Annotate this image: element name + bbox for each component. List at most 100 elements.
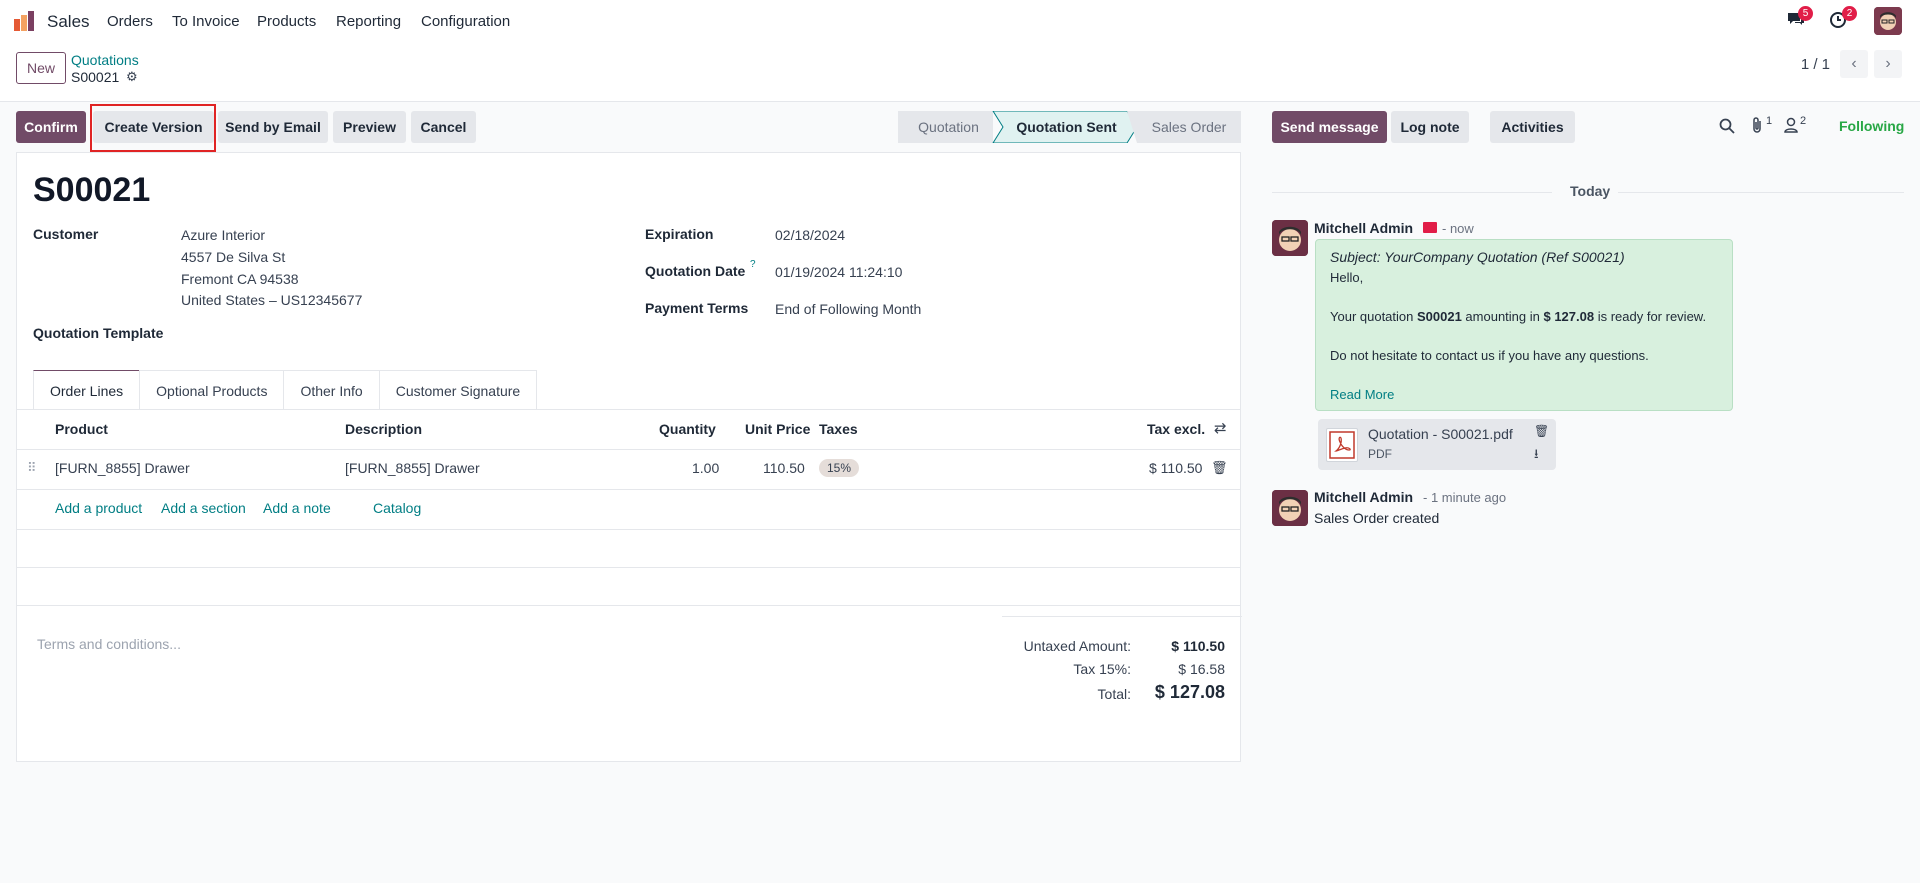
menu-to-invoice[interactable]: To Invoice bbox=[172, 13, 240, 30]
following-toggle[interactable]: Following bbox=[1839, 118, 1904, 134]
sales-app-icon[interactable] bbox=[14, 11, 38, 31]
tab-divider bbox=[17, 409, 1240, 410]
log-note-button[interactable]: Log note bbox=[1391, 111, 1469, 143]
column-unit-price[interactable]: Unit Price bbox=[745, 421, 810, 437]
menu-reporting[interactable]: Reporting bbox=[336, 13, 401, 30]
catalog-link[interactable]: Catalog bbox=[373, 500, 421, 516]
tab-optional-products[interactable]: Optional Products bbox=[139, 370, 285, 410]
activities-badge: 2 bbox=[1842, 6, 1857, 21]
status-quotation[interactable]: Quotation bbox=[898, 111, 999, 143]
add-note-link[interactable]: Add a note bbox=[263, 500, 331, 516]
tab-customer-signature[interactable]: Customer Signature bbox=[378, 370, 538, 410]
total-value: $ 127.08 bbox=[1154, 682, 1225, 702]
column-product[interactable]: Product bbox=[55, 421, 108, 437]
help-tooltip-icon[interactable]: ? bbox=[750, 259, 756, 270]
expiration-label: Expiration bbox=[645, 226, 714, 242]
search-icon[interactable] bbox=[1719, 118, 1735, 134]
attachment-card[interactable]: Quotation - S00021.pdf PDF 🗑 ⭳ bbox=[1318, 419, 1556, 470]
notebook-tabs: Order Lines Optional Products Other Info… bbox=[33, 370, 538, 410]
messages-badge: 5 bbox=[1798, 6, 1813, 21]
menu-configuration[interactable]: Configuration bbox=[421, 13, 510, 30]
message-author[interactable]: Mitchell Admin bbox=[1314, 489, 1413, 505]
customer-address-line: Fremont CA 94538 bbox=[181, 271, 299, 287]
header-divider bbox=[17, 449, 1240, 450]
message-time: - 1 minute ago bbox=[1423, 490, 1507, 505]
add-section-link[interactable]: Add a section bbox=[161, 500, 246, 516]
send-by-email-button[interactable]: Send by Email bbox=[218, 111, 328, 143]
menu-products[interactable]: Products bbox=[257, 13, 316, 30]
customer-address-line: 4557 De Silva St bbox=[181, 249, 286, 265]
user-avatar[interactable] bbox=[1874, 7, 1902, 35]
tab-other-info[interactable]: Other Info bbox=[283, 370, 380, 410]
customer-address-line: United States – US12345677 bbox=[181, 292, 363, 308]
read-more-link[interactable]: Read More bbox=[1330, 387, 1394, 402]
messages-button[interactable]: 5 bbox=[1786, 6, 1813, 33]
trash-icon[interactable]: 🗑 bbox=[1211, 460, 1228, 476]
quotation-date-field[interactable]: 01/19/2024 11:24:10 bbox=[775, 264, 902, 280]
add-product-link[interactable]: Add a product bbox=[55, 500, 142, 516]
status-sales-order[interactable]: Sales Order bbox=[1139, 111, 1239, 143]
app-name[interactable]: Sales bbox=[47, 12, 90, 32]
activities-button[interactable]: Activities bbox=[1490, 111, 1575, 143]
followers-count: 2 bbox=[1800, 115, 1807, 127]
payment-terms-field[interactable]: End of Following Month bbox=[775, 301, 921, 317]
untaxed-amount-label: Untaxed Amount: bbox=[1023, 638, 1131, 654]
row-product[interactable]: [FURN_8855] Drawer bbox=[55, 460, 190, 476]
drag-handle-icon[interactable]: ⠿ bbox=[27, 460, 37, 476]
record-title: S00021 bbox=[33, 171, 151, 209]
new-button[interactable]: New bbox=[16, 52, 66, 84]
send-message-button[interactable]: Send message bbox=[1272, 111, 1387, 143]
column-quantity[interactable]: Quantity bbox=[659, 421, 716, 437]
author-avatar[interactable] bbox=[1272, 490, 1308, 526]
envelope-icon bbox=[1423, 222, 1437, 233]
attachment-name[interactable]: Quotation - S00021.pdf bbox=[1368, 426, 1513, 442]
next-record-button[interactable]: › bbox=[1874, 50, 1902, 78]
row-divider bbox=[17, 567, 1240, 568]
previous-record-button[interactable]: ‹ bbox=[1840, 50, 1868, 78]
row-unit-price[interactable]: 110.50 bbox=[763, 460, 805, 476]
status-quotation-sent[interactable]: Quotation Sent bbox=[1003, 111, 1130, 143]
date-separator-line bbox=[1618, 192, 1904, 193]
tab-order-lines[interactable]: Order Lines bbox=[33, 370, 141, 410]
confirm-button[interactable]: Confirm bbox=[16, 111, 86, 143]
avatar-face-icon bbox=[1272, 490, 1308, 526]
activities-button[interactable]: 2 bbox=[1829, 6, 1857, 33]
preview-button[interactable]: Preview bbox=[333, 111, 406, 143]
breadcrumb-quotations[interactable]: Quotations bbox=[71, 52, 139, 68]
author-avatar[interactable] bbox=[1272, 220, 1308, 256]
chevron-left-icon: ‹ bbox=[1851, 55, 1857, 72]
gear-icon[interactable]: ⚙ bbox=[126, 69, 138, 85]
tax-label: Tax 15%: bbox=[1073, 661, 1131, 677]
row-subtotal: $ 110.50 bbox=[1149, 460, 1203, 476]
cancel-button[interactable]: Cancel bbox=[411, 111, 476, 143]
message-subject: Subject: YourCompany Quotation (Ref S000… bbox=[1330, 249, 1625, 265]
row-divider bbox=[17, 605, 1240, 606]
expiration-field[interactable]: 02/18/2024 bbox=[775, 227, 845, 243]
control-panel: New Quotations S00021 ⚙ 1 / 1 ‹ › bbox=[0, 42, 1920, 102]
delete-attachment-icon[interactable]: 🗑 bbox=[1534, 424, 1549, 438]
pager-value[interactable]: 1 / 1 bbox=[1801, 56, 1830, 73]
untaxed-amount-value: $ 110.50 bbox=[1171, 638, 1225, 654]
row-quantity[interactable]: 1.00 bbox=[692, 460, 719, 476]
chevron-right-icon: › bbox=[1885, 55, 1891, 72]
column-taxes[interactable]: Taxes bbox=[819, 421, 858, 437]
attachment-type: PDF bbox=[1368, 447, 1392, 461]
attachments-count: 1 bbox=[1766, 115, 1773, 127]
row-description[interactable]: [FURN_8855] Drawer bbox=[345, 460, 480, 476]
tax-tag[interactable]: 15% bbox=[819, 459, 860, 477]
customer-name[interactable]: Azure Interior bbox=[181, 227, 265, 243]
column-settings-icon[interactable]: ⇄ bbox=[1214, 419, 1227, 437]
row-divider bbox=[17, 529, 1240, 530]
terms-conditions-field[interactable]: Terms and conditions... bbox=[37, 636, 181, 652]
paperclip-icon[interactable] bbox=[1750, 117, 1764, 135]
column-description[interactable]: Description bbox=[345, 421, 422, 437]
download-icon[interactable]: ⭳ bbox=[1534, 445, 1539, 467]
total-label: Total: bbox=[1097, 686, 1131, 702]
menu-orders[interactable]: Orders bbox=[107, 13, 153, 30]
date-separator-today: Today bbox=[1570, 183, 1611, 199]
payment-terms-label: Payment Terms bbox=[645, 300, 749, 316]
date-separator-line bbox=[1272, 192, 1552, 193]
followers-icon[interactable] bbox=[1784, 117, 1798, 133]
message-author[interactable]: Mitchell Admin bbox=[1314, 220, 1413, 236]
column-tax-excl[interactable]: Tax excl. bbox=[1147, 421, 1205, 437]
